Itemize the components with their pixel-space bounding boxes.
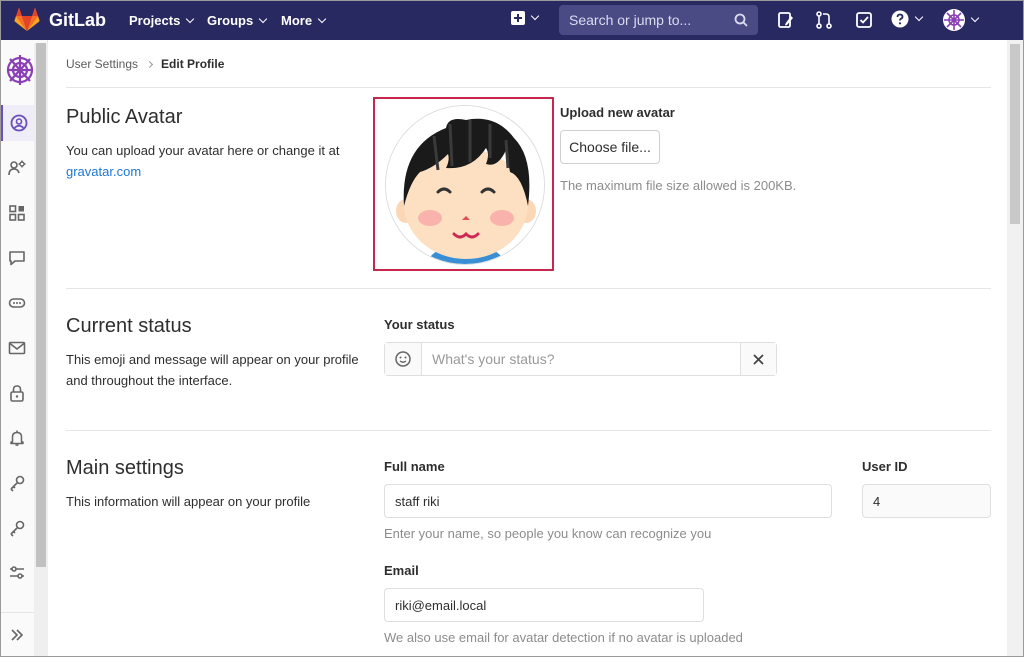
emails-icon (8, 341, 26, 355)
page-scrollbar[interactable] (1007, 40, 1023, 657)
public-avatar-description: You can upload your avatar here or chang… (66, 140, 356, 182)
current-status-title: Current status (66, 315, 192, 337)
avatar-preview-highlight (373, 97, 554, 271)
main-settings-description: This information will appear on your pro… (66, 494, 311, 509)
sidebar-item-password[interactable] (0, 375, 34, 411)
todo-list-icon[interactable] (776, 10, 796, 30)
chevron-down-icon (186, 14, 195, 23)
full-name-label: Full name (384, 459, 445, 474)
avatar-image (386, 106, 544, 264)
password-lock-icon (10, 385, 24, 402)
sidebar-item-ssh-keys[interactable] (0, 465, 34, 501)
main-settings-title: Main settings (66, 457, 184, 479)
gitlab-logo-icon[interactable] (14, 8, 40, 32)
email-field[interactable] (384, 588, 704, 622)
nav-projects-label: Projects (129, 13, 181, 28)
breadcrumb-edit-profile[interactable]: Edit Profile (161, 57, 224, 71)
user-id-label: User ID (862, 459, 908, 474)
avatar-size-help: The maximum file size allowed is 200KB. (560, 178, 797, 193)
sidebar-item-access-tokens[interactable] (0, 285, 34, 321)
sidebar-item-notifications[interactable] (0, 420, 34, 456)
ssh-key-icon (10, 475, 25, 492)
status-message-input[interactable] (422, 343, 740, 375)
sidebar-collapse-button[interactable] (0, 612, 34, 656)
chevron-down-icon (914, 12, 924, 22)
email-label: Email (384, 563, 419, 578)
gpg-key-icon (10, 520, 25, 537)
close-icon (753, 353, 764, 365)
brand-name[interactable]: GitLab (49, 10, 106, 31)
nav-projects[interactable]: Projects (129, 13, 195, 28)
full-name-help: Enter your name, so people you know can … (384, 526, 712, 541)
avatar-preview (385, 105, 545, 265)
nav-groups-label: Groups (207, 13, 254, 28)
chat-icon (9, 251, 25, 266)
divider (66, 87, 991, 88)
smiley-icon (395, 351, 411, 367)
user-id-field (862, 484, 991, 518)
breadcrumb: User Settings Edit Profile (66, 57, 224, 71)
help-dropdown[interactable] (891, 10, 924, 28)
profile-icon (10, 114, 27, 132)
breadcrumb-user-settings[interactable]: User Settings (66, 57, 138, 71)
your-status-label: Your status (384, 317, 455, 332)
chevron-down-icon (317, 14, 327, 23)
new-dropdown-button[interactable] (511, 11, 540, 25)
merge-request-icon[interactable] (814, 10, 834, 30)
public-avatar-desc-text: You can upload your avatar here or chang… (66, 143, 340, 158)
status-input-group (384, 342, 777, 376)
sidebar-scrollbar[interactable] (34, 43, 48, 657)
issues-check-icon[interactable] (854, 10, 874, 30)
nav-more[interactable]: More (281, 13, 327, 28)
gravatar-link[interactable]: gravatar.com (66, 164, 141, 179)
nav-groups[interactable]: Groups (207, 13, 268, 28)
sidebar-item-preferences[interactable] (0, 555, 34, 591)
public-avatar-title: Public Avatar (66, 106, 183, 128)
sidebar-item-gpg-keys[interactable] (0, 510, 34, 546)
upload-avatar-label: Upload new avatar (560, 105, 675, 120)
chevron-down-icon (970, 13, 980, 23)
email-help: We also use email for avatar detection i… (384, 630, 743, 645)
preferences-icon (10, 566, 24, 579)
access-tokens-icon (8, 298, 26, 308)
plus-square-icon (511, 11, 525, 25)
divider (66, 430, 991, 431)
chevron-down-icon (530, 11, 540, 21)
search-input[interactable] (569, 12, 729, 28)
emoji-picker-button[interactable] (385, 343, 422, 375)
search-box[interactable] (559, 5, 758, 35)
nav-more-label: More (281, 13, 313, 28)
user-avatar-icon (943, 9, 965, 31)
divider (66, 288, 991, 289)
sidebar-item-account[interactable] (0, 150, 34, 186)
applications-icon (9, 205, 25, 221)
account-icon (8, 160, 26, 176)
sidebar-scrollbar-thumb[interactable] (36, 43, 46, 567)
user-menu[interactable] (943, 9, 980, 31)
chevron-right-icon (145, 60, 154, 68)
choose-file-button[interactable]: Choose file... (560, 130, 660, 164)
help-icon (891, 10, 909, 28)
sidebar-item-applications[interactable] (0, 195, 34, 231)
page-scrollbar-thumb[interactable] (1010, 44, 1020, 224)
top-navbar: GitLab Projects Groups More (0, 0, 1024, 40)
notifications-bell-icon (10, 430, 24, 446)
sidebar-item-chat[interactable] (0, 240, 34, 276)
clear-status-button[interactable] (740, 343, 776, 375)
full-name-field[interactable] (384, 484, 832, 518)
current-status-description: This emoji and message will appear on yo… (66, 352, 359, 388)
chevron-down-icon (258, 14, 268, 23)
sidebar-user-avatar[interactable] (5, 51, 35, 89)
double-chevron-right-icon (11, 628, 24, 641)
search-icon (734, 13, 748, 27)
sidebar-item-emails[interactable] (0, 330, 34, 366)
sidebar-item-profile[interactable] (0, 105, 34, 141)
